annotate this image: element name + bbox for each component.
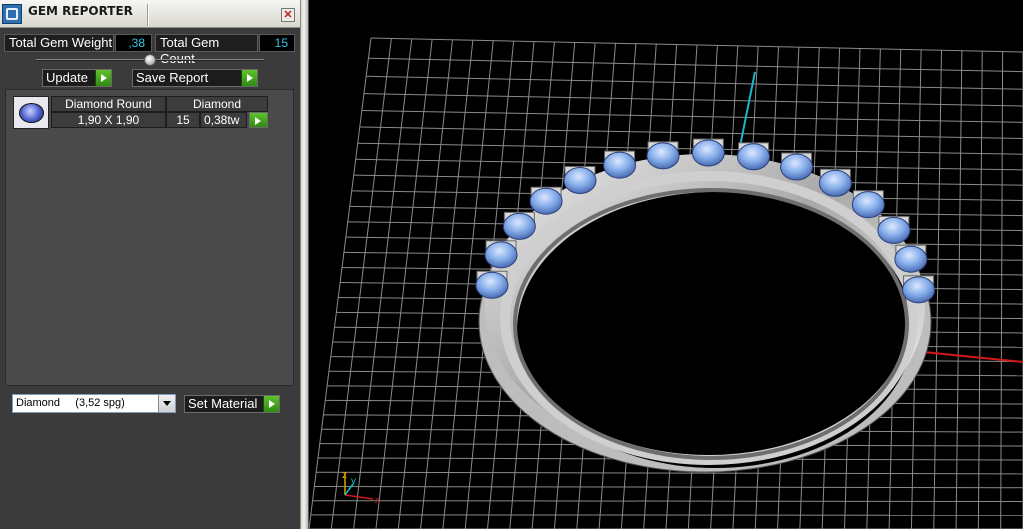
diamond-stone[interactable]: [529, 187, 563, 215]
diamond-stone[interactable]: [877, 216, 911, 244]
ring-model[interactable]: [475, 138, 936, 473]
gem-row-action-button[interactable]: [249, 112, 268, 128]
gem-shape-header: Diamond Round: [51, 96, 166, 112]
diamond-stone[interactable]: [818, 169, 852, 197]
save-report-label: Save Report: [136, 70, 209, 85]
diamond-stone[interactable]: [484, 241, 518, 269]
diamond-stone[interactable]: [646, 142, 680, 170]
round-diamond-thumbnail[interactable]: [13, 96, 49, 129]
diamond-stone[interactable]: [563, 166, 597, 194]
close-icon[interactable]: ✕: [281, 8, 295, 22]
play-arrow-icon: [95, 70, 111, 86]
window-title: GEM REPORTER: [28, 4, 133, 18]
total-gem-count-label: Total Gem Count: [155, 34, 258, 66]
update-button[interactable]: Update: [42, 69, 112, 87]
chevron-down-icon[interactable]: [158, 395, 175, 412]
play-arrow-icon: [241, 70, 257, 86]
grid-line: [955, 50, 963, 529]
gem-material-header: Diamond: [166, 96, 268, 112]
gizmo-x-label: x: [375, 495, 380, 506]
set-material-label: Set Material: [188, 396, 258, 411]
diamond-stone[interactable]: [603, 151, 637, 179]
gem-weight-cell: 0,38tw: [200, 112, 247, 128]
diamond-stone[interactable]: [475, 271, 509, 299]
diamond-stone[interactable]: [691, 139, 725, 167]
gizmo-y-label: y: [351, 476, 356, 487]
gem-list: Diamond Round Diamond 1,90 X 1,90 15 0,3…: [5, 89, 294, 386]
gem-reporter-panel: GEM REPORTER ✕ Total Gem Weight ,38 Tota…: [0, 0, 300, 529]
panel-splitter[interactable]: [300, 0, 309, 529]
grid-line: [312, 500, 1023, 503]
material-select[interactable]: Diamond (3,52 spg): [12, 394, 176, 413]
grid-line: [314, 485, 1023, 489]
gizmo-x-line: [344, 494, 374, 500]
grid-line: [397, 39, 453, 529]
grid-line: [375, 39, 433, 529]
play-arrow-icon: [250, 113, 267, 127]
grid-line: [420, 40, 474, 529]
panel-slider-knob[interactable]: [144, 54, 156, 66]
viewport-canvas[interactable]: z y x: [309, 0, 1023, 529]
diamond-stone[interactable]: [780, 153, 814, 181]
total-gem-weight-label: Total Gem Weight: [4, 34, 114, 52]
diamond-stone[interactable]: [502, 212, 536, 240]
total-gem-count-value: 15: [259, 34, 295, 52]
play-arrow-icon: [263, 396, 279, 412]
gem-count-cell: 15: [166, 112, 200, 128]
gizmo-z-label: z: [342, 470, 347, 481]
3d-viewport[interactable]: z y x: [309, 0, 1023, 529]
diamond-stone[interactable]: [894, 245, 928, 273]
gem-reporter-app-icon: [2, 4, 22, 24]
gem-size-cell: 1,90 X 1,90: [51, 112, 166, 128]
round-diamond-icon: [19, 103, 44, 123]
grid-line: [1000, 51, 1004, 529]
material-select-value: Diamond (3,52 spg): [16, 397, 125, 409]
title-bar: GEM REPORTER ✕: [0, 0, 300, 28]
grid-line: [977, 51, 983, 529]
diamond-stone[interactable]: [737, 143, 771, 171]
save-report-button[interactable]: Save Report: [132, 69, 258, 87]
set-material-button[interactable]: Set Material: [184, 395, 280, 413]
title-separator: [147, 4, 149, 26]
update-label: Update: [46, 70, 88, 85]
diamond-stone[interactable]: [851, 191, 885, 219]
diamond-stone[interactable]: [902, 276, 936, 304]
total-gem-weight-value: ,38: [115, 34, 152, 52]
